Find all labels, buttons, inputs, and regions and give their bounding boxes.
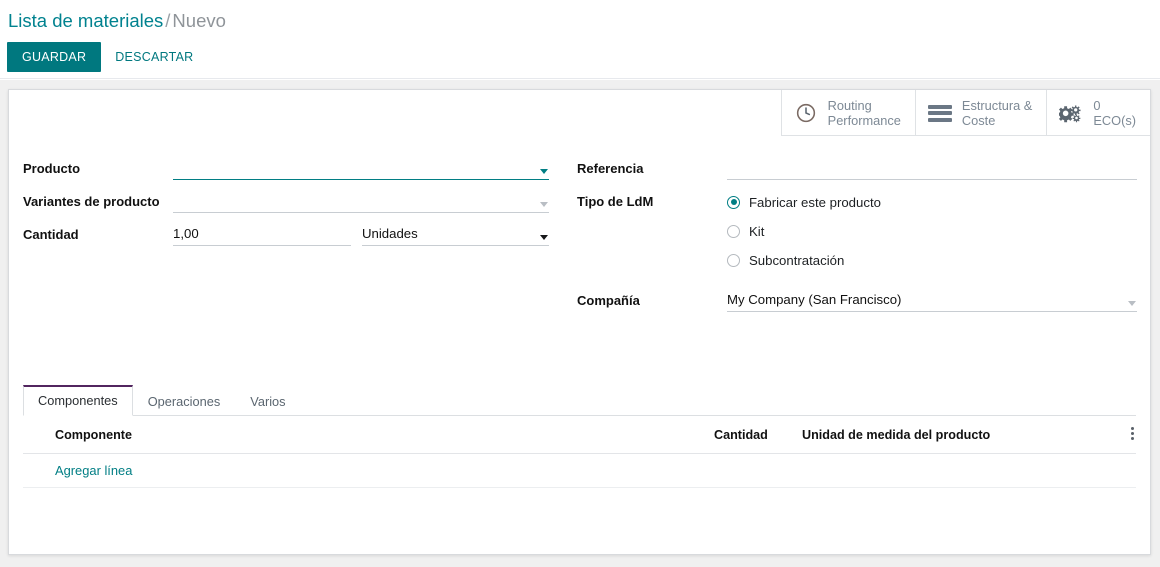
cantidad-label: Cantidad: [23, 227, 79, 242]
variantes-label: Variantes de producto: [23, 194, 160, 209]
uom-value: Unidades: [362, 226, 418, 241]
radio-kit[interactable]: Kit: [727, 220, 1137, 242]
action-button-row: GUARDAR DESCARTAR: [0, 34, 1160, 72]
stat-line-2: Performance: [827, 113, 901, 128]
field-row-compania: Compañía My Company (San Francisco): [577, 290, 1137, 312]
form-sheet: Routing Performance Estructura & Coste 0…: [8, 89, 1151, 555]
control-panel: Lista de materiales / Nuevo GUARDAR DESCAR…: [0, 0, 1160, 79]
stat-line-2: Coste: [961, 113, 996, 128]
vertical-dots-icon[interactable]: [1131, 425, 1136, 442]
bom-form-page: Lista de materiales / Nuevo GUARDAR DESCAR…: [0, 0, 1160, 567]
cantidad-field-wrap: 1,00 Unidades: [173, 224, 549, 246]
uom-select[interactable]: Unidades: [362, 224, 549, 246]
compania-field-wrap: My Company (San Francisco): [727, 290, 1137, 312]
add-line-cell: Agregar línea: [23, 454, 1136, 488]
column-header-cantidad: Cantidad: [714, 416, 794, 454]
tab-operaciones[interactable]: Operaciones: [133, 386, 236, 416]
stat-line-1: Estructura &: [961, 98, 1033, 113]
notebook: Componentes Operaciones Varios Component…: [23, 385, 1136, 554]
breadcrumb-root-link[interactable]: Lista de materiales: [8, 10, 163, 31]
list-icon: [928, 102, 953, 124]
stat-line-1: 0: [1093, 98, 1101, 113]
chevron-down-icon[interactable]: [540, 235, 548, 240]
tipo-ldm-options: Fabricar este producto Kit Subcontrataci…: [727, 191, 1137, 278]
form-body: Producto Variantes de producto Cantidad …: [9, 136, 1150, 554]
producto-input[interactable]: [173, 158, 549, 180]
cogs-icon: [1059, 102, 1084, 124]
compania-select[interactable]: My Company (San Francisco): [727, 290, 1137, 312]
variantes-input[interactable]: [173, 191, 549, 213]
cantidad-input[interactable]: 1,00: [173, 224, 351, 246]
radio-subcontratacion[interactable]: Subcontratación: [727, 249, 1137, 271]
stat-button-estructura-coste[interactable]: Estructura & Coste: [914, 90, 1046, 136]
breadcrumb-current: Nuevo: [172, 10, 226, 31]
radio-label: Kit: [749, 223, 765, 239]
chevron-down-icon[interactable]: [540, 169, 548, 174]
field-row-referencia: Referencia: [577, 158, 1137, 180]
field-row-tipo-ldm: Tipo de LdM Fabricar este producto Kit S…: [577, 191, 1137, 278]
field-row-variantes: Variantes de producto: [23, 191, 549, 213]
radio-unselected-icon[interactable]: [727, 253, 740, 267]
stat-button-ecos-label: 0 ECO(s): [1093, 98, 1136, 128]
radio-selected-icon[interactable]: [727, 195, 740, 209]
radio-fabricar-este-producto[interactable]: Fabricar este producto: [727, 191, 1137, 213]
tab-varios[interactable]: Varios: [235, 386, 300, 416]
discard-button[interactable]: DESCARTAR: [105, 42, 203, 72]
column-header-componente: Componente: [23, 416, 714, 454]
referencia-field-wrap: [727, 158, 1137, 180]
components-table-body: Agregar línea: [23, 454, 1136, 488]
chevron-down-icon[interactable]: [1128, 301, 1136, 306]
column-header-uom: Unidad de medida del producto: [794, 416, 1112, 454]
stat-button-box: Routing Performance Estructura & Coste 0…: [780, 90, 1150, 136]
radio-label: Fabricar este producto: [749, 194, 881, 210]
column-options-toggle[interactable]: [1112, 416, 1136, 454]
components-table-head: Componente Cantidad Unidad de medida del…: [23, 416, 1136, 454]
field-row-producto: Producto: [23, 158, 549, 180]
radio-unselected-icon[interactable]: [727, 224, 740, 238]
form-group-right: Referencia Tipo de LdM Fabricar este pro…: [577, 158, 1137, 323]
components-table: Componente Cantidad Unidad de medida del…: [23, 416, 1136, 488]
referencia-label: Referencia: [577, 161, 644, 176]
compania-label: Compañía: [577, 293, 640, 308]
referencia-input[interactable]: [727, 158, 1137, 180]
tipo-ldm-label: Tipo de LdM: [577, 194, 654, 209]
compania-value: My Company (San Francisco): [727, 292, 902, 307]
clock-icon: [794, 102, 819, 124]
stat-line-1: Routing: [827, 98, 872, 113]
form-group-left: Producto Variantes de producto Cantidad …: [23, 158, 549, 257]
stat-button-ecos[interactable]: 0 ECO(s): [1046, 90, 1150, 136]
field-row-cantidad: Cantidad 1,00 Unidades: [23, 224, 549, 246]
radio-label: Subcontratación: [749, 252, 845, 268]
producto-field-wrap: [173, 158, 549, 180]
add-line-button[interactable]: Agregar línea: [23, 454, 132, 487]
producto-label: Producto: [23, 161, 81, 176]
stat-button-routing-performance[interactable]: Routing Performance: [780, 90, 915, 136]
chevron-down-icon[interactable]: [540, 202, 548, 207]
cantidad-value: 1,00: [173, 226, 199, 241]
stat-button-routing-performance-label: Routing Performance: [828, 98, 901, 128]
notebook-tab-list: Componentes Operaciones Varios: [23, 385, 1136, 416]
tab-componentes[interactable]: Componentes: [23, 385, 133, 416]
stat-line-2: ECO(s): [1093, 113, 1136, 128]
breadcrumb: Lista de materiales / Nuevo: [0, 6, 1160, 34]
add-line-row: Agregar línea: [23, 454, 1136, 488]
variantes-field-wrap: [173, 191, 549, 213]
save-button[interactable]: GUARDAR: [7, 42, 102, 72]
stat-button-estructura-coste-label: Estructura & Coste: [962, 98, 1032, 128]
table-header-row: Componente Cantidad Unidad de medida del…: [23, 416, 1136, 454]
